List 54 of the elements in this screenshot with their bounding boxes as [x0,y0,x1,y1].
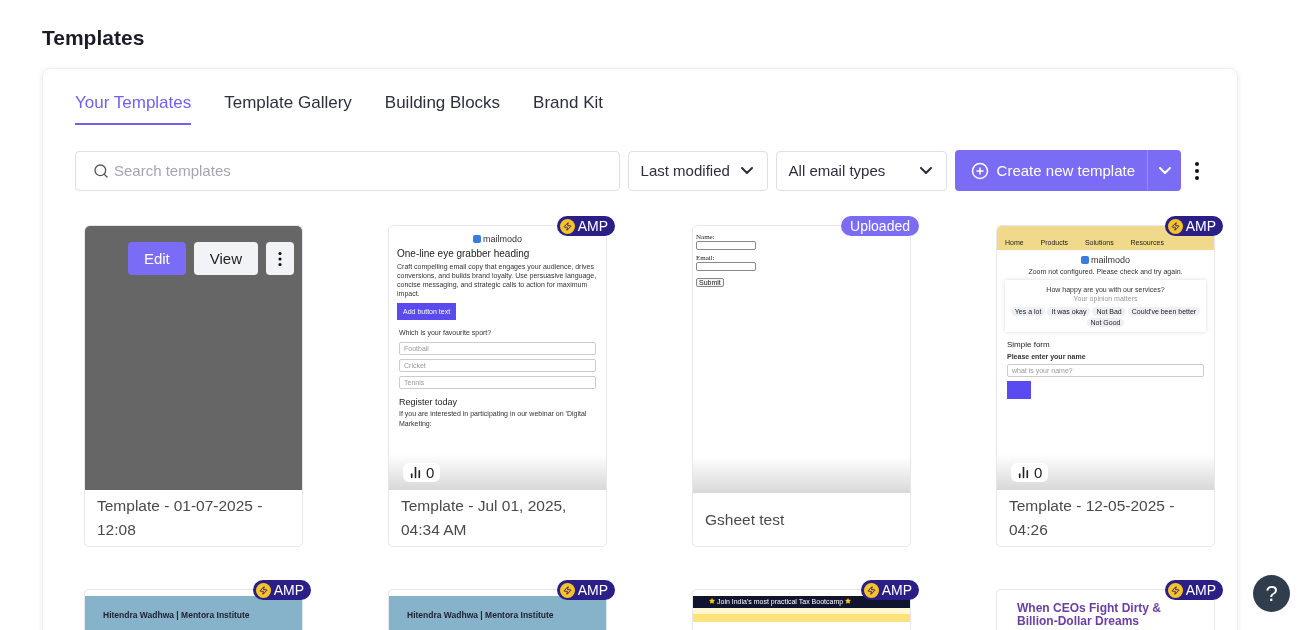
create-template-button[interactable]: Create new template [954,150,1147,191]
template-card[interactable]: Edit View Template - 01-07-2025 - 12:08 [84,225,303,547]
plus-icon [970,161,989,180]
amp-badge: AMP [252,580,311,600]
view-button[interactable]: View [193,242,258,275]
preview-heading: When CEOs Fight Dirty & Billion-Dollar Dreams [1016,600,1162,630]
bolt-icon [559,582,575,598]
search-field[interactable]: Search templates [75,150,620,191]
amp-badge: AMP [556,216,615,236]
tab[interactable]: Your Templates [75,89,192,125]
opens-stat: 0 [1011,463,1049,482]
create-options-button[interactable] [1147,150,1181,191]
tab[interactable]: Template Gallery [224,89,352,125]
amp-badge: AMP [1164,216,1223,236]
template-name: Gsheet test [704,509,786,530]
bolt-icon [1167,218,1183,234]
chevron-down-icon [919,167,932,174]
amp-badge: AMP [556,580,615,600]
logo-text: mailmodo [397,234,598,244]
chevron-down-icon [1158,167,1171,174]
chevron-down-icon [740,167,753,174]
preview-button [1007,381,1031,400]
bolt-icon [255,582,271,598]
kebab-icon [278,251,282,266]
template-name: Template - 12-05-2025 - 04:26 [1008,496,1176,540]
help-button[interactable]: ? [1253,575,1290,612]
edit-button[interactable]: Edit [127,242,186,275]
tab[interactable]: Building Blocks [384,89,501,125]
banner-text: Hitendra Wadhwa | Mentora Institute [389,596,606,630]
preview-heading: Register today [399,397,459,408]
amp-badge: AMP [1164,580,1223,600]
banner-text: Hitendra Wadhwa | Mentora Institute [85,596,302,630]
form-input [696,241,756,250]
search-icon [93,162,109,179]
bar-chart-icon [1017,466,1030,479]
amp-badge: AMP [860,580,919,600]
preview-heading: One-line eye grabber heading [397,248,531,259]
more-button[interactable] [266,242,294,275]
template-name: Template - Jul 01, 2025, 04:34 AM [400,496,568,540]
bolt-icon [559,218,575,234]
bolt-icon [863,582,879,598]
preview-heading: Simple form [1007,340,1051,350]
logo-text: mailmodo [997,255,1214,265]
uploaded-badge: Uploaded [841,216,919,236]
filter-dropdown[interactable]: All email types [775,150,947,191]
filter-dropdown[interactable]: Last modified [627,150,768,191]
page-title: Templates [42,26,146,50]
template-name: Template - 01-07-2025 - 12:08 [96,496,264,540]
tab[interactable]: Brand Kit [533,89,604,125]
bar-chart-icon [409,466,422,479]
bolt-icon [1167,582,1183,598]
form-input [696,262,756,271]
opens-stat: 0 [403,463,441,482]
kebab-icon [1195,161,1199,180]
